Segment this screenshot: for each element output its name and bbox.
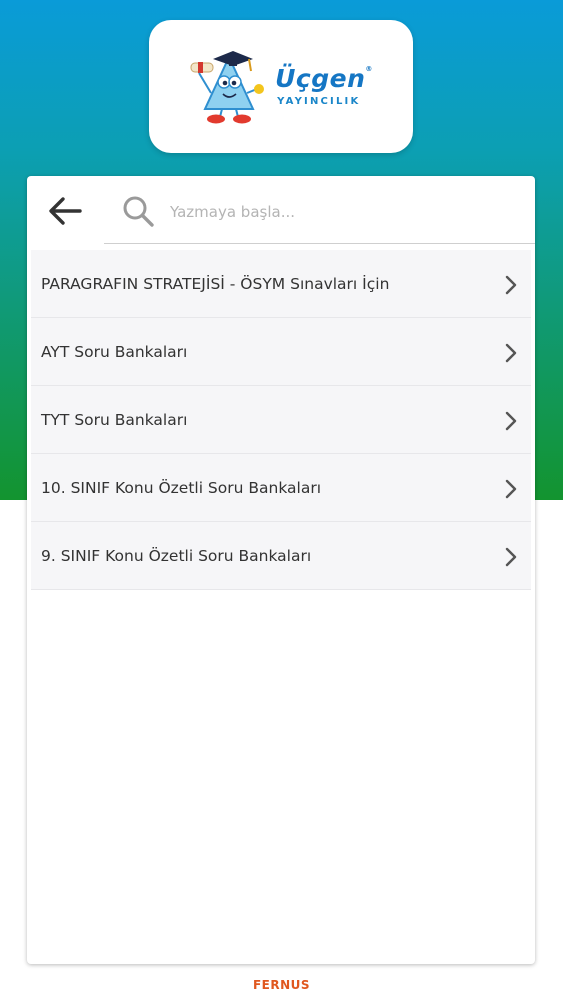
chevron-right-icon — [505, 343, 517, 363]
list-item[interactable]: 10. SINIF Konu Özetli Soru Bankaları — [31, 454, 531, 522]
list-item-label: PARAGRAFIN STRATEJİSİ - ÖSYM Sınavları İ… — [41, 274, 390, 293]
chevron-right-icon — [505, 547, 517, 567]
category-list: PARAGRAFIN STRATEJİSİ - ÖSYM Sınavları İ… — [31, 250, 531, 590]
search-field-container — [104, 176, 535, 244]
brand-subtitle: YAYINCILIK — [277, 96, 361, 107]
list-item[interactable]: TYT Soru Bankaları — [31, 386, 531, 454]
list-item[interactable]: 9. SINIF Konu Özetli Soru Bankaları — [31, 522, 531, 590]
brand-name: Üçgen® — [275, 64, 373, 93]
list-item-label: AYT Soru Bankaları — [41, 342, 188, 361]
search-input[interactable] — [170, 196, 510, 228]
chevron-right-icon — [505, 411, 517, 431]
brand-logo: Üçgen® YAYINCILIK — [189, 49, 373, 125]
list-item-label: TYT Soru Bankaları — [41, 410, 188, 429]
list-item-label: 9. SINIF Konu Özetli Soru Bankaları — [41, 546, 312, 565]
back-button[interactable] — [45, 194, 85, 228]
list-item[interactable]: AYT Soru Bankaları — [31, 318, 531, 386]
mascot-triangle-graduate-icon — [190, 50, 265, 123]
footer-brand: FERNUS — [252, 978, 311, 992]
list-item[interactable]: PARAGRAFIN STRATEJİSİ - ÖSYM Sınavları İ… — [31, 250, 531, 318]
search-icon — [123, 196, 154, 227]
list-item-label: 10. SINIF Konu Özetli Soru Bankaları — [41, 478, 322, 497]
search-bar — [27, 176, 535, 244]
chevron-right-icon — [505, 479, 517, 499]
category-panel: PARAGRAFIN STRATEJİSİ - ÖSYM Sınavları İ… — [27, 176, 535, 964]
registered-mark: ® — [365, 65, 373, 73]
logo-card: Üçgen® YAYINCILIK — [149, 20, 413, 153]
chevron-right-icon — [505, 275, 517, 295]
arrow-left-icon — [49, 197, 82, 225]
